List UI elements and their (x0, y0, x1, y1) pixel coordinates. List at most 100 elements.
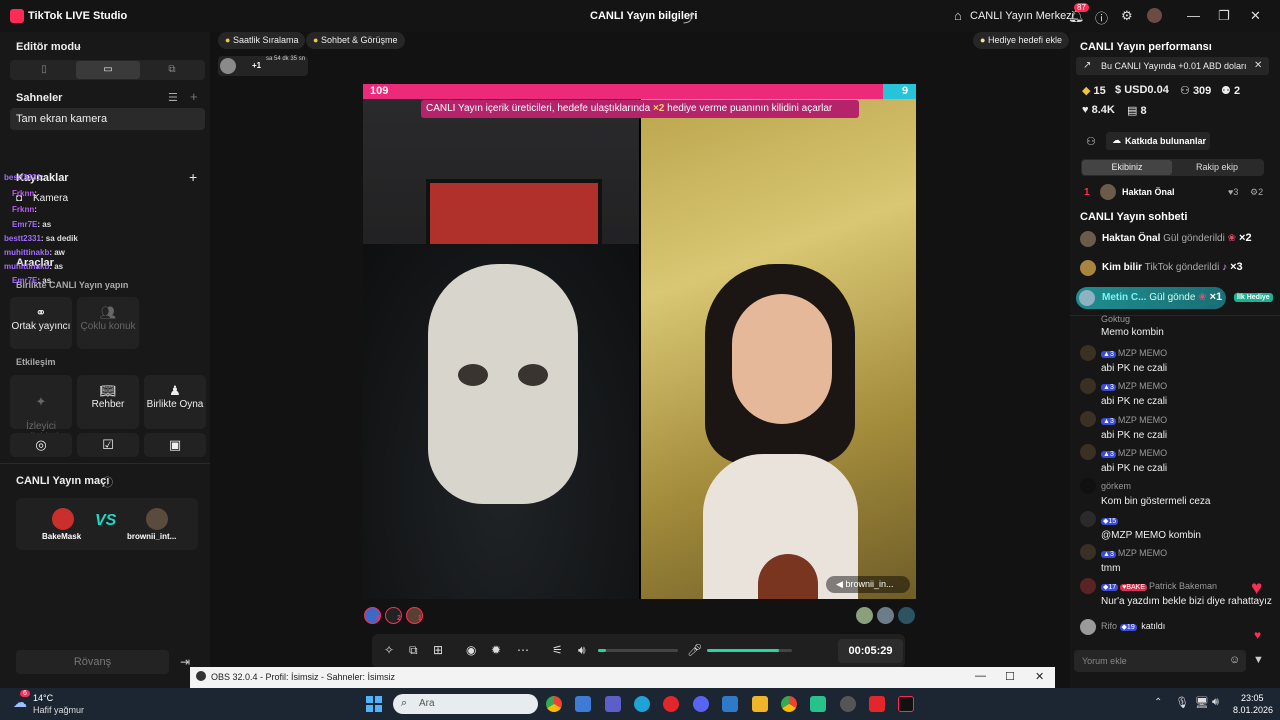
effects-icon[interactable]: ✹ (491, 643, 501, 657)
magic-wand-icon[interactable]: ✧ (384, 643, 394, 657)
close-icon[interactable]: ✕ (1035, 670, 1044, 683)
live-info-title[interactable]: CANLI Yayın bilgileri (590, 10, 697, 22)
guide-tile[interactable]: 📖︎ Rehber (77, 375, 139, 429)
list-icon[interactable]: ☰ (168, 91, 178, 104)
opera-icon[interactable] (663, 696, 679, 712)
close-icon[interactable]: ✕ (1250, 8, 1261, 24)
microphone-icon[interactable]: 🎙︎ (1175, 696, 1189, 709)
top-contributor-name[interactable]: Haktan Önal (1122, 187, 1175, 197)
obs-icon[interactable] (840, 696, 856, 712)
exit-icon[interactable]: ⇥ (180, 655, 190, 669)
more-icon[interactable]: ⋯ (517, 643, 529, 657)
filter-icon[interactable]: ▼ (1253, 654, 1264, 666)
windows-start-icon[interactable] (366, 696, 382, 712)
gear-icon[interactable]: ⚙ (1121, 8, 1133, 24)
chevron-up-icon[interactable]: ⌃ (1154, 697, 1162, 708)
guest-name-tag[interactable]: ◀︎ brownii_in... (826, 576, 910, 593)
chat-comment: Goktug Memo kombin (1101, 314, 1164, 338)
folder-icon[interactable] (752, 696, 768, 712)
screen-share-icon[interactable]: ⧉ (409, 643, 418, 658)
avatar (1080, 544, 1096, 560)
avatar (1080, 444, 1096, 460)
tab-opponent-team[interactable]: Rakip ekip (1172, 160, 1262, 175)
weather-temp[interactable]: 14°C (33, 693, 53, 703)
contributors-button[interactable]: ☁ Katkıda bulunanlar (1106, 132, 1210, 150)
tiktok-icon[interactable] (898, 696, 914, 712)
tab-your-team[interactable]: Ekibiniz (1082, 160, 1172, 175)
rematch-button[interactable]: Rövanş (16, 650, 169, 674)
scenes-label: Sahneler (16, 92, 63, 104)
multi-guest-tile[interactable]: 👥︎ Çoklu konuk (77, 297, 139, 349)
editor-mode-label[interactable]: Editör modu (16, 41, 81, 53)
layout-icon[interactable]: ⊞ (433, 643, 443, 657)
people-icon: ⚉ (1221, 85, 1231, 97)
taskbar-search[interactable]: Ara (393, 694, 538, 714)
chat-call-pill[interactable]: ● Sohbet & Görüşme (306, 32, 405, 49)
add-scene-icon[interactable]: + (190, 89, 198, 104)
hourly-ranking-pill[interactable]: ● Saatlik Sıralama (218, 32, 306, 49)
obs-logo-icon (196, 671, 206, 681)
scene-item[interactable]: Tam ekran kamera (10, 108, 205, 130)
obs-window-bar[interactable]: OBS 32.0.4 - Profil: İsimsiz - Sahneler:… (190, 667, 1055, 688)
discord-icon[interactable] (693, 696, 709, 712)
guest-face (732, 294, 832, 424)
more-tile[interactable]: ▣ (144, 433, 206, 457)
mic-slider[interactable] (707, 649, 792, 652)
live-center-link[interactable]: CANLI Yayın Merkezi (970, 10, 1074, 22)
portrait-mode-icon[interactable]: ▯ (12, 61, 76, 79)
add-source-icon[interactable]: + (189, 169, 197, 185)
volume-slider[interactable] (598, 649, 678, 652)
viewer-wishes-tile[interactable]: ✦ İzleyici Dilekleri (10, 375, 72, 443)
gift-goal-pill[interactable]: ● Hediye hedefi ekle (973, 32, 1070, 49)
landscape-mode-icon[interactable]: ▭ (76, 61, 140, 79)
mask-eye (518, 364, 548, 386)
close-icon[interactable]: ✕ (1254, 60, 1262, 71)
youtube-icon[interactable] (869, 696, 885, 712)
rank-number: 1 (1084, 187, 1090, 198)
avatar (220, 58, 236, 74)
microphone-icon[interactable]: 🎤︎ (687, 643, 702, 657)
comment-input[interactable]: Yorum ekle (1074, 650, 1246, 672)
record-icon[interactable]: ◉ (466, 643, 476, 657)
match-player-1: BakeMask (42, 532, 82, 541)
ranking-plus: +1 (252, 61, 262, 70)
help-icon[interactable]: ⓘ (102, 474, 113, 490)
app-icon[interactable] (810, 696, 826, 712)
minimize-icon[interactable]: — (975, 670, 986, 682)
play-together-tile[interactable]: ♟ Birlikte Oyna (144, 375, 206, 429)
edge-icon[interactable] (634, 696, 650, 712)
home-icon[interactable]: ⌂ (954, 8, 962, 23)
share-icon[interactable]: ⤴ (683, 9, 695, 26)
co-host-tile[interactable]: ⚭ Ortak yayıncı (10, 297, 72, 349)
help-icon[interactable]: ⓘ (1095, 8, 1108, 27)
restore-icon[interactable]: ❐ (1218, 8, 1230, 24)
chrome-icon[interactable] (781, 696, 797, 712)
more-tile[interactable]: ☑ (77, 433, 139, 457)
volume-icon[interactable]: 🔊︎ (1212, 696, 1219, 709)
teams-icon[interactable] (605, 696, 621, 712)
weather-desc[interactable]: Hafif yağmur (33, 705, 84, 715)
speaker-icon[interactable]: 🔊︎ (578, 643, 586, 658)
network-icon[interactable]: 🖥︎ (1195, 696, 1209, 709)
source-camera[interactable]: Kamera (33, 193, 68, 204)
avatar (1080, 478, 1096, 494)
diamond-icon: ◆ (1082, 85, 1091, 97)
mail-icon[interactable] (722, 696, 738, 712)
settings-sliders-icon[interactable]: ⚟ (552, 643, 563, 657)
clock-date[interactable]: 8.01.2026 (1233, 705, 1273, 715)
avatar[interactable] (1147, 8, 1162, 23)
more-tile[interactable]: ◎ (10, 433, 72, 457)
ranking-time: sa 54 dk 35 sn (266, 56, 306, 62)
add-user-icon[interactable]: ⚇ (1086, 135, 1096, 148)
chat-comment: ◆15 @MZP MEMO kombin (1101, 518, 1201, 541)
book-icon: 📖︎ (99, 383, 117, 398)
store-icon[interactable] (575, 696, 591, 712)
chrome-icon[interactable] (546, 696, 562, 712)
emoji-icon[interactable]: ☺ (1229, 654, 1240, 666)
dual-mode-icon[interactable]: ⧉ (140, 61, 204, 79)
clock-time[interactable]: 23:05 (1241, 693, 1264, 703)
maximize-icon[interactable]: ☐ (1005, 670, 1015, 683)
minimize-icon[interactable]: — (1187, 8, 1200, 23)
chevron-down-icon[interactable]: ⌄ (75, 41, 83, 52)
notification-badge: 87 (1074, 3, 1089, 12)
